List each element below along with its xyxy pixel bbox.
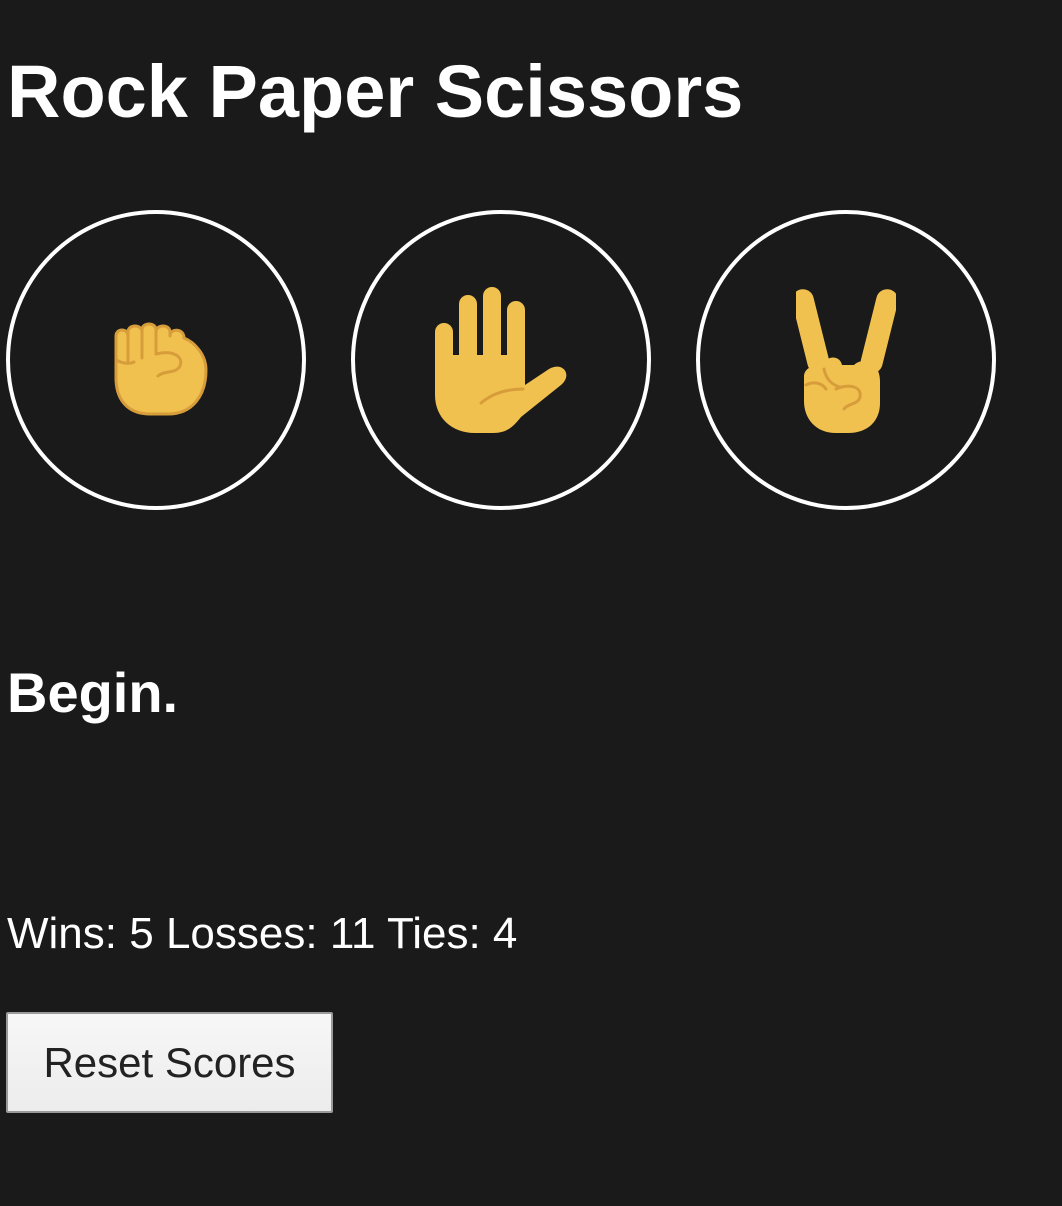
losses-count: 11 (329, 909, 376, 958)
paper-button[interactable] (351, 210, 651, 510)
ties-count: 4 (492, 909, 518, 958)
ties-label: Ties: (386, 909, 481, 958)
reset-scores-button[interactable]: Reset Scores (6, 1012, 333, 1113)
wins-count: 5 (129, 909, 154, 958)
victory-hand-icon (796, 289, 896, 433)
rock-button[interactable] (6, 210, 306, 510)
result-message: Begin. (7, 661, 179, 724)
raised-fist-icon (114, 322, 208, 416)
raised-hand-icon (435, 287, 567, 433)
wins-label: Wins: (7, 909, 117, 958)
losses-label: Losses: (165, 909, 318, 958)
score-line: Wins: 5 Losses: 11 Ties: 4 (7, 908, 517, 960)
page-title: Rock Paper Scissors (7, 50, 744, 133)
scissors-button[interactable] (696, 210, 996, 510)
game-page: Rock Paper Scissors Begin. Wins: 5 Losse… (0, 0, 1062, 1206)
choice-buttons (6, 210, 996, 510)
